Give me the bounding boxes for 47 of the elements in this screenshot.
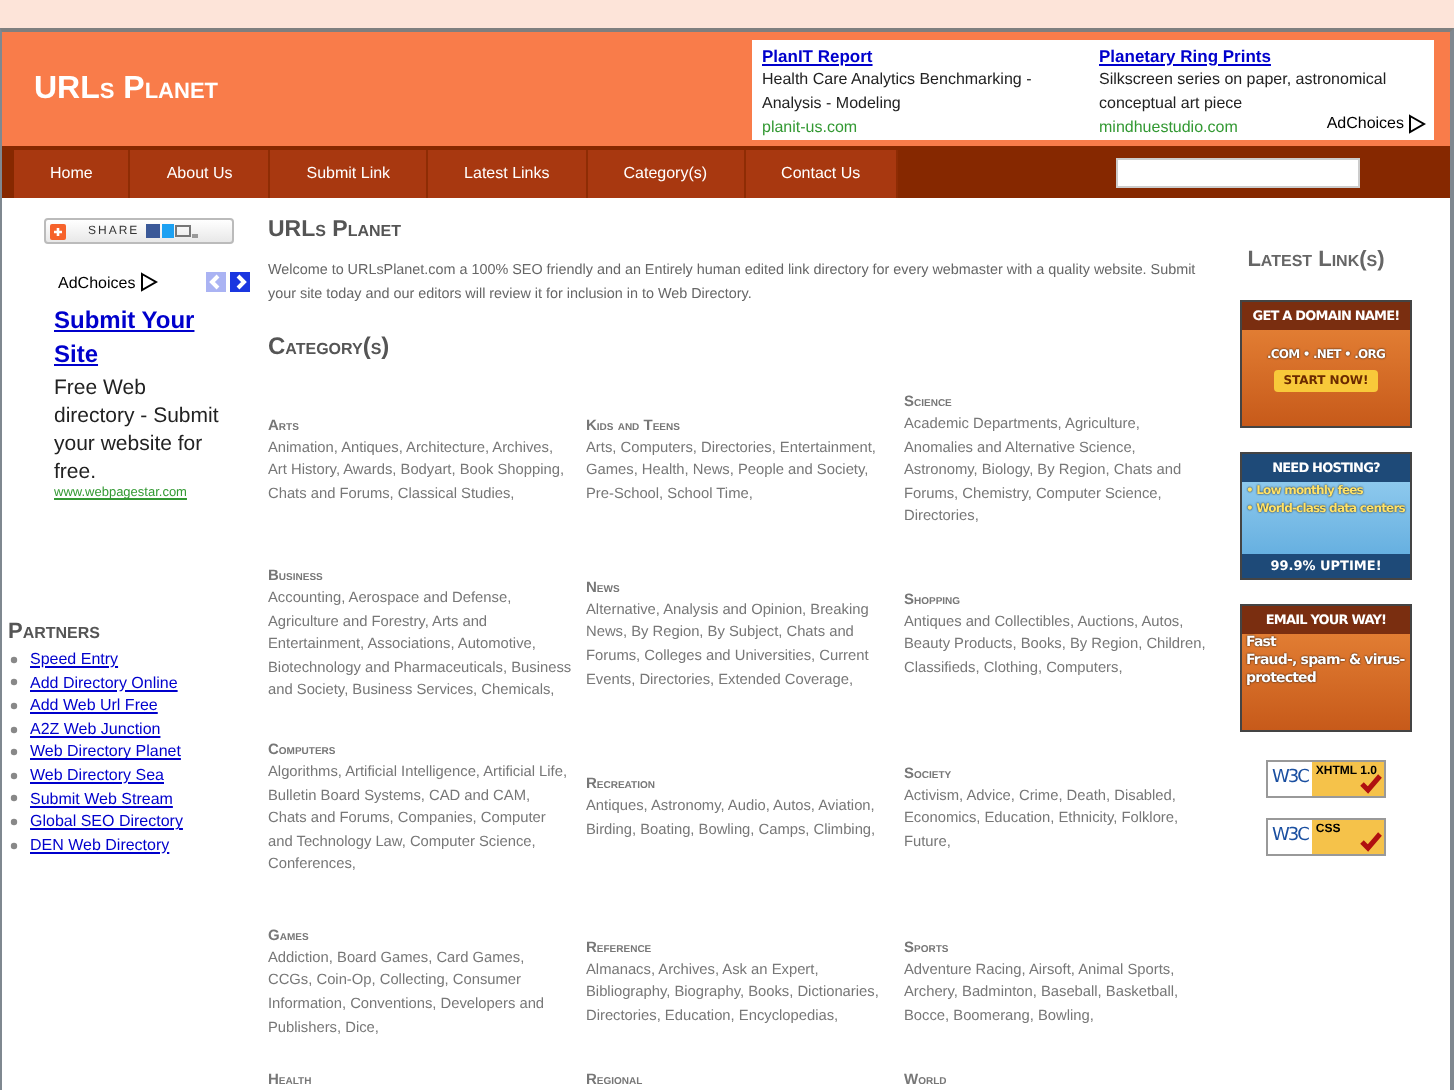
bullet-icon	[10, 678, 18, 687]
bullet-icon	[10, 725, 18, 734]
plus-icon	[50, 223, 66, 239]
ad-title-link[interactable]: Submit Your Site	[54, 302, 222, 374]
next-button[interactable]	[229, 272, 250, 292]
adchoices-icon	[139, 272, 158, 292]
partner-link[interactable]: Add Web Url Free	[30, 694, 158, 718]
nav-link[interactable]: Home	[14, 150, 131, 198]
ad-text: Health Care Analytics Benchmarking - Analysis - Modeling	[762, 67, 1034, 115]
bullet-icon	[10, 794, 18, 803]
partner-link[interactable]: Add Directory Online	[30, 671, 178, 695]
nav-link[interactable]: About Us	[130, 150, 271, 198]
social-icons	[145, 222, 198, 240]
nav-link[interactable]: Category(s)	[587, 150, 746, 198]
ad-url[interactable]: mindhuestudio.com	[1099, 115, 1238, 139]
partner-link[interactable]: A2Z Web Junction	[30, 717, 161, 741]
partner-link[interactable]: DEN Web Directory	[30, 833, 170, 857]
partner-link[interactable]: Speed Entry	[30, 648, 119, 672]
search-field[interactable]	[1116, 158, 1360, 188]
adchoices-icon	[1408, 113, 1426, 133]
bullet-icon	[10, 655, 18, 664]
section-heading: Category(s)	[268, 332, 392, 360]
ad-text: Free Web directory - Submit your website for free.	[54, 374, 221, 486]
bullet-icon	[10, 841, 18, 850]
ad-text: Silkscreen series on paper, astronomical conceptual art piece	[1099, 67, 1389, 115]
partners-heading: Partners	[8, 620, 103, 644]
check-icon	[1360, 774, 1382, 794]
partner-link[interactable]: Web Directory Planet	[30, 740, 181, 764]
bullet-icon	[10, 771, 18, 780]
badge-logo: W3C	[1270, 824, 1311, 850]
bullet-icon	[10, 701, 18, 710]
sidebar-heading: Latest Link(s)	[1247, 248, 1385, 272]
ad-title-link[interactable]: Planetary Ring Prints	[1099, 43, 1424, 67]
nav-link[interactable]: Latest Links	[428, 150, 588, 198]
adchoices-label[interactable]: AdChoices	[58, 273, 136, 291]
badge-logo: W3C	[1270, 766, 1311, 792]
partner-link[interactable]: Submit Web Stream	[30, 787, 173, 811]
partner-link[interactable]: Global SEO Directory	[30, 810, 183, 834]
ad-url[interactable]: planit-us.com	[762, 115, 858, 139]
page-heading: URLs Planet	[268, 218, 403, 242]
nav-link[interactable]: Submit Link	[270, 150, 429, 198]
ad-title-link[interactable]: PlanIT Report	[762, 43, 1087, 67]
bullet-icon	[10, 817, 18, 826]
check-icon	[1360, 832, 1382, 852]
bullet-icon	[10, 748, 18, 757]
nav-link[interactable]: Contact Us	[745, 150, 899, 198]
partner-link[interactable]: Web Directory Sea	[30, 763, 164, 788]
